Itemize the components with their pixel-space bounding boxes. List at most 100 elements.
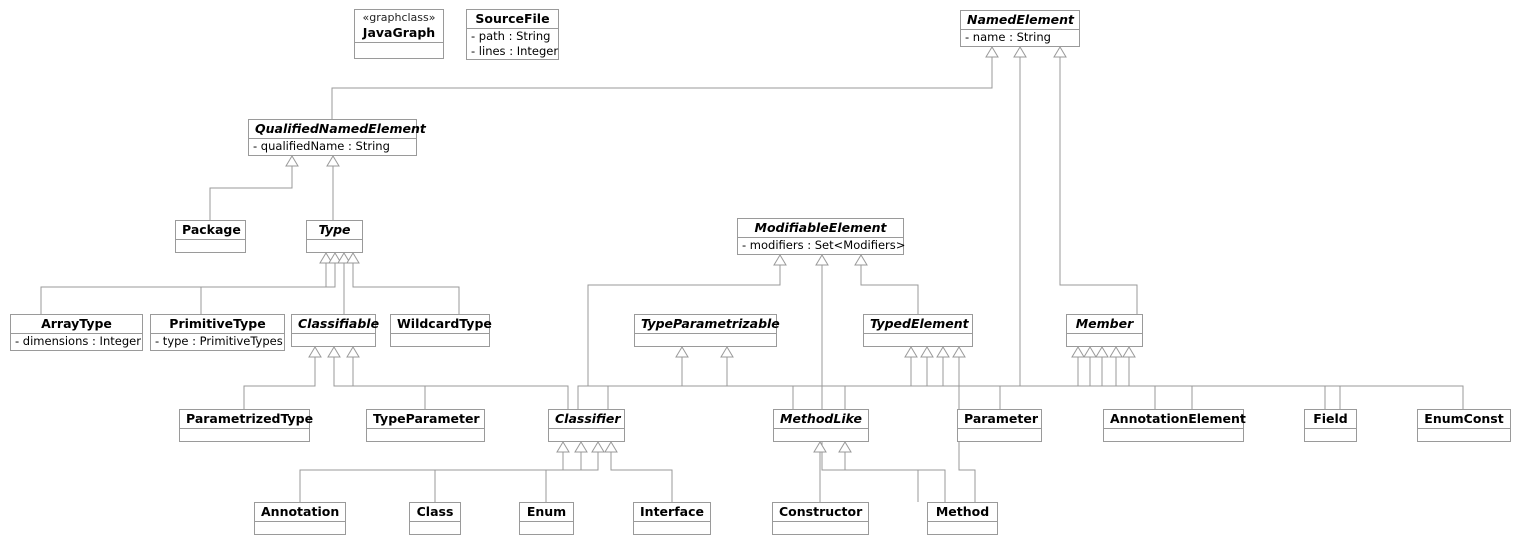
class-box-methodlike[interactable]: MethodLike — [773, 409, 869, 442]
class-attributes-compartment — [773, 521, 868, 535]
edge-member-namedelement — [1059, 56, 1138, 314]
class-box-wildcardtype[interactable]: WildcardType — [390, 314, 492, 347]
arrowhead-modifiable-1 — [773, 254, 787, 266]
class-header-annotation: Annotation — [255, 503, 345, 521]
class-name: SourceFile — [475, 11, 550, 26]
class-name: NamedElement — [967, 12, 1075, 27]
edge-classifier-typeparametrizable — [607, 356, 683, 409]
class-box-class[interactable]: Class — [409, 502, 461, 535]
class-box-enum[interactable]: Enum — [519, 502, 574, 535]
arrowhead-classifiable-1 — [308, 346, 322, 358]
edge-enumconst-member — [1128, 356, 1464, 409]
class-name: ArrayType — [41, 316, 112, 331]
class-header-qualifiednamedelement: QualifiedNamedElement — [249, 120, 426, 138]
class-box-modifiableelement[interactable]: ModifiableElement - modifiers : Set<Modif… — [737, 218, 905, 255]
class-name: Type — [318, 222, 351, 237]
class-box-parameter[interactable]: Parameter — [957, 409, 1042, 442]
class-box-member[interactable]: Member — [1066, 314, 1143, 347]
class-box-typeparametrizable[interactable]: TypeParametrizable — [634, 314, 780, 347]
class-box-typeparameter[interactable]: TypeParameter — [366, 409, 485, 442]
class-attribute: - name : String — [965, 30, 1051, 44]
class-header-type: Type — [307, 221, 362, 239]
class-box-typedelement[interactable]: TypedElement — [863, 314, 973, 347]
class-box-parametrizedtype[interactable]: ParametrizedType — [179, 409, 313, 442]
class-box-constructor[interactable]: Constructor — [772, 502, 869, 535]
class-name: TypeParameter — [373, 411, 480, 426]
edge-classifier-member — [577, 356, 1079, 409]
class-name: Method — [935, 504, 990, 519]
class-attributes-compartment — [520, 521, 573, 535]
arrowhead-type-3 — [337, 252, 351, 264]
edge-parameter-typedelement — [910, 356, 1001, 409]
edge-annotation-classifier — [299, 451, 564, 502]
class-box-enumconst[interactable]: EnumConst — [1417, 409, 1511, 442]
arrowhead-classifier-1 — [556, 441, 570, 453]
arrowhead-namedelement-2 — [1013, 46, 1027, 58]
class-box-qualifiednamedelement[interactable]: QualifiedNamedElement - qualifiedName : S… — [248, 119, 426, 156]
arrowhead-member-2 — [1083, 346, 1097, 358]
arrowhead-methodlike-2 — [838, 441, 852, 453]
class-box-arraytype[interactable]: ArrayType - dimensions : Integer — [10, 314, 143, 351]
arrowhead-qne-2 — [326, 155, 340, 167]
class-attribute: - lines : Integer — [471, 44, 559, 58]
generalization-connectors — [40, 46, 1464, 502]
arrowhead-typedelement-4 — [952, 346, 966, 358]
class-header-constructor: Constructor — [773, 503, 868, 521]
class-name: AnnotationElement — [1110, 411, 1246, 426]
class-name: Constructor — [779, 504, 863, 519]
class-attribute: - path : String — [471, 29, 551, 43]
class-header-method: Method — [928, 503, 997, 521]
class-box-classifiable[interactable]: Classifiable — [291, 314, 379, 347]
class-stereotype: «graphclass» — [362, 11, 436, 24]
class-header-primitivetype: PrimitiveType — [151, 315, 284, 333]
class-attributes-compartment — [180, 428, 309, 442]
class-box-classifier[interactable]: Classifier — [548, 409, 625, 442]
edge-annotationelement-typedelement — [926, 356, 1156, 409]
edge-typedelement-modifiableelement — [860, 264, 919, 314]
class-box-field[interactable]: Field — [1304, 409, 1357, 442]
class-name: TypedElement — [870, 316, 969, 331]
class-header-enumconst: EnumConst — [1418, 410, 1510, 428]
class-attributes-compartment — [549, 428, 624, 442]
class-attributes-compartment: - name : String — [961, 29, 1079, 45]
class-box-primitivetype[interactable]: PrimitiveType - type : PrimitiveTypes — [150, 314, 285, 351]
class-header-modifiableelement: ModifiableElement — [738, 219, 903, 237]
edge-wildcardtype-type — [352, 262, 460, 314]
class-box-annotationelement[interactable]: AnnotationElement — [1103, 409, 1246, 442]
class-name: QualifiedNamedElement — [255, 121, 426, 136]
arrowhead-member-3 — [1095, 346, 1109, 358]
edge-field-member — [1115, 356, 1341, 409]
class-name: Classifiable — [298, 316, 380, 331]
arrowhead-classifier-4 — [604, 441, 618, 453]
class-name: Interface — [640, 504, 704, 519]
edge-annotationelement-member — [1101, 356, 1193, 409]
class-box-javagraph[interactable]: «graphclass» JavaGraph — [354, 9, 444, 59]
edge-primitivetype-type — [200, 262, 336, 314]
class-box-interface[interactable]: Interface — [633, 502, 711, 535]
class-box-method[interactable]: Method — [927, 502, 998, 535]
class-attributes-compartment: - dimensions : Integer — [11, 333, 142, 349]
class-header-classifiable: Classifiable — [292, 315, 379, 333]
class-attributes-compartment — [958, 428, 1041, 442]
arrowhead-qne-1 — [285, 155, 299, 167]
class-header-interface: Interface — [634, 503, 710, 521]
arrowhead-member-5 — [1122, 346, 1136, 358]
uml-class-diagram: «graphclass» JavaGraph SourceFile - path : … — [0, 0, 1519, 548]
arrowhead-classifier-3 — [591, 441, 605, 453]
arrowhead-typeparam-1 — [675, 346, 689, 358]
class-header-typeparameter: TypeParameter — [367, 410, 484, 428]
class-name: MethodLike — [780, 411, 862, 426]
class-name: Parameter — [964, 411, 1038, 426]
class-name: Class — [416, 504, 454, 519]
class-attributes-compartment — [634, 521, 710, 535]
class-box-sourcefile[interactable]: SourceFile - path : String - lines : Integ… — [466, 9, 559, 60]
class-box-type[interactable]: Type — [306, 220, 363, 253]
class-name: TypeParametrizable — [641, 316, 780, 331]
class-header-package: Package — [176, 221, 245, 239]
arrowhead-classifiable-3 — [346, 346, 360, 358]
class-box-namedelement[interactable]: NamedElement - name : String — [960, 10, 1080, 47]
class-box-annotation[interactable]: Annotation — [254, 502, 346, 535]
class-attributes-compartment — [635, 333, 776, 347]
class-box-package[interactable]: Package — [175, 220, 246, 253]
edge-methodlike-member — [844, 356, 1091, 409]
